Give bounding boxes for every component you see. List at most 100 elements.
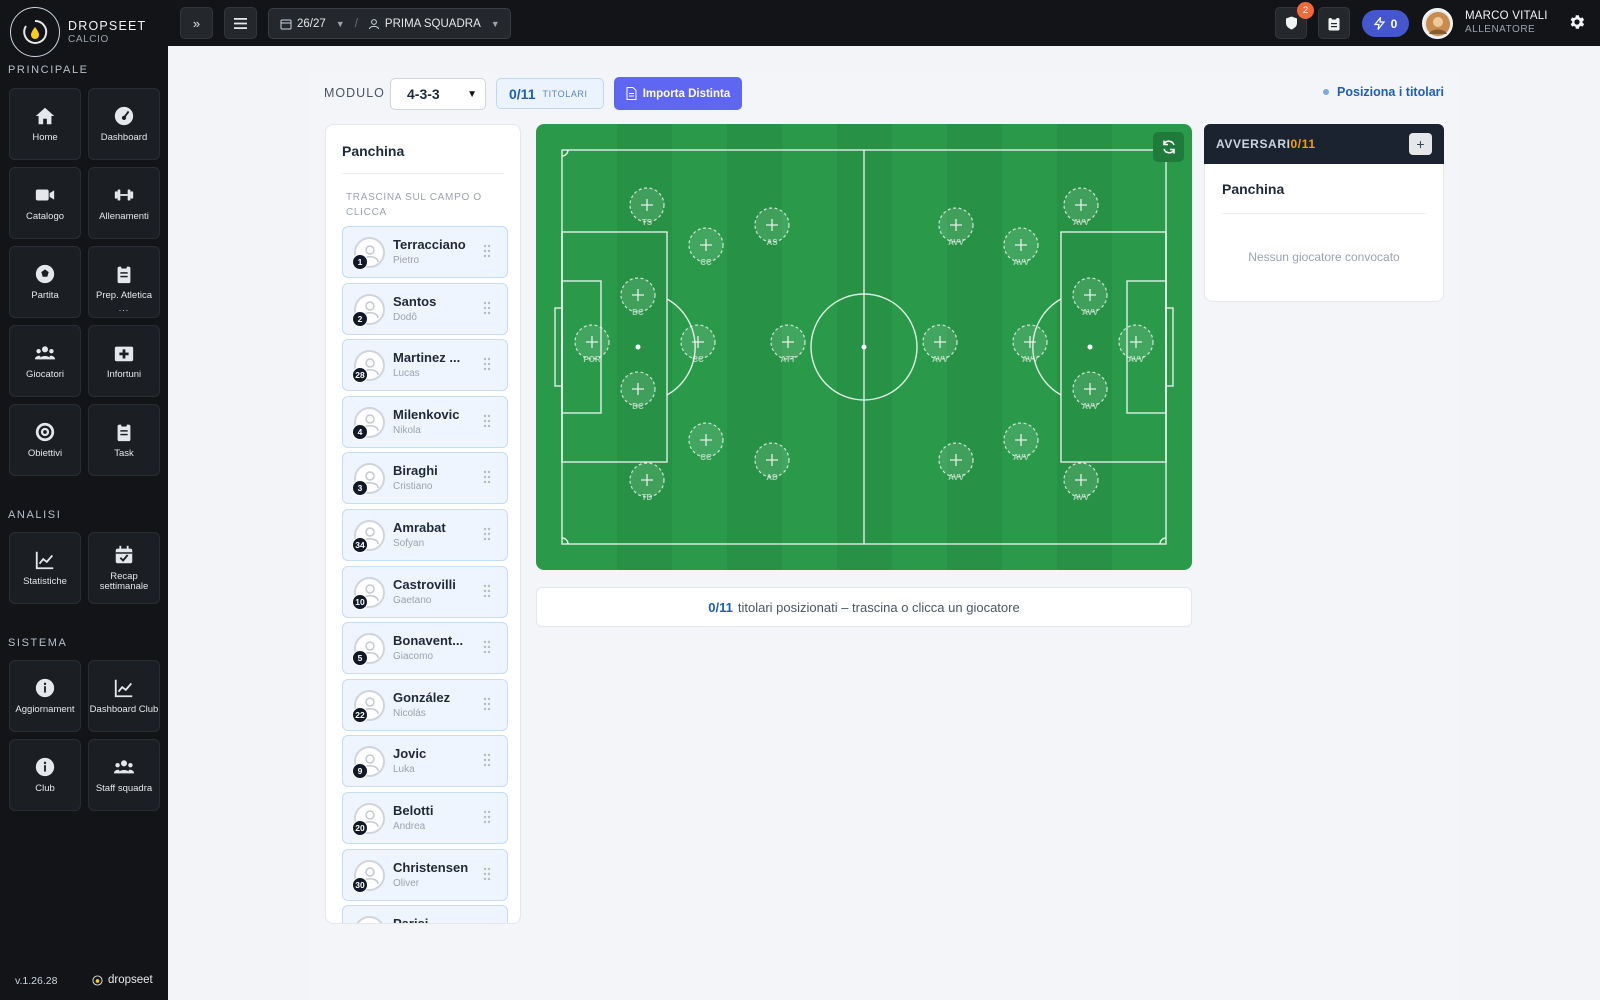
bench-player-card[interactable]: 22 González Nicolás <box>342 678 508 731</box>
sidebar-item-dashboard-club[interactable]: Dashboard Club <box>88 660 160 732</box>
player-number-badge: 28 <box>352 367 368 384</box>
drag-handle-icon[interactable] <box>483 414 491 433</box>
breadcrumb: 26/27 ▼ / PRIMA SQUADRA ▼ <box>268 8 511 39</box>
sidebar-item-staff-squadra[interactable]: Staff squadra <box>88 739 160 811</box>
bench-player-card[interactable]: 20 Belotti Andrea <box>342 791 508 844</box>
player-number-badge: 30 <box>352 876 368 893</box>
bench-player-card[interactable]: 34 Amrabat Sofyan <box>342 508 508 561</box>
sidebar-item-partita[interactable]: Partita <box>9 246 81 318</box>
sidebar-item-obiettivi[interactable]: Obiettivi <box>9 404 81 476</box>
bench-player-card[interactable]: 30 Christensen Oliver <box>342 848 508 901</box>
player-firstname: Oliver <box>393 877 420 889</box>
bolt-counter-button[interactable]: 0 <box>1362 10 1409 37</box>
team-selector[interactable]: PRIMA SQUADRA ▼ <box>368 18 500 30</box>
settings-button[interactable] <box>1568 13 1586 36</box>
player-surname: Biraghi <box>393 463 438 479</box>
drag-handle-icon[interactable] <box>483 923 491 924</box>
reset-formation-button[interactable] <box>1153 132 1184 162</box>
notification-badge: 2 <box>1297 2 1314 19</box>
drag-handle-icon[interactable] <box>483 810 491 829</box>
sidebar-item-label: Prep. Atletica <box>96 290 152 302</box>
drag-handle-icon[interactable] <box>483 640 491 659</box>
app-version: v.1.26.28 <box>15 975 58 987</box>
user-role: ALLENATORE <box>1465 24 1536 35</box>
brand-small-icon <box>92 974 103 986</box>
bench-player-card[interactable]: 9 Jovic Luka <box>342 735 508 788</box>
avatar[interactable] <box>1422 8 1453 39</box>
brand[interactable]: DROPSEET CALCIO <box>10 7 146 57</box>
player-surname: Parisi <box>393 916 429 924</box>
user-name: MARCO VITALI <box>1465 10 1548 22</box>
slot-role-label: ATT <box>781 355 796 364</box>
player-number-badge: 1 <box>352 254 368 270</box>
footer-brand[interactable]: dropseet <box>92 974 153 986</box>
season-selector[interactable]: 26/27 ▼ <box>280 18 345 30</box>
sidebar-item-catalogo[interactable]: Catalogo <box>9 167 81 239</box>
sidebar-item-prep-atletica[interactable]: Prep. Atletica ... <box>88 246 160 318</box>
bench-player-card[interactable]: 10 Castrovilli Gaetano <box>342 565 508 618</box>
drag-handle-icon[interactable] <box>483 867 491 886</box>
player-surname: Martinez ... <box>393 350 461 366</box>
chevron-down-icon: ▼ <box>490 18 500 29</box>
brand-sub: CALCIO <box>68 34 109 45</box>
sidebar-item-statistiche[interactable]: Statistiche <box>9 532 81 604</box>
sidebar-item-label: Statistiche <box>23 576 67 588</box>
posiziona-titolari-link[interactable]: Posiziona i titolari <box>1323 85 1444 99</box>
bench-player-card[interactable]: 4 Milenkovic Nikola <box>342 395 508 448</box>
drag-handle-icon[interactable] <box>483 470 491 489</box>
pitch-field: POR DC DC TS TD CC CC CC AS AD ATT AVV AVV AVV AVV AVV A… <box>536 124 1192 570</box>
player-number-badge: 20 <box>352 819 368 836</box>
season-label: 26/27 <box>297 17 326 30</box>
add-opponent-button[interactable]: + <box>1409 133 1432 155</box>
drag-handle-icon[interactable] <box>483 357 491 376</box>
opponents-header: AVVERSARI0/11 + <box>1204 124 1444 164</box>
sidebar-item-infortuni[interactable]: Infortuni <box>88 325 160 397</box>
drag-handle-icon[interactable] <box>483 527 491 546</box>
sidebar: DROPSEET CALCIO PRINCIPALE Home Dashboar… <box>0 0 168 1000</box>
placement-status: 0/11 titolari posizionati – trascina o c… <box>536 587 1192 627</box>
modulo-label: MODULO <box>324 86 385 100</box>
expand-sidebar-button[interactable]: » <box>180 7 213 39</box>
slot-role-label: AD <box>766 473 778 482</box>
sidebar-item-aggiornamenti[interactable]: Aggiornament <box>9 660 81 732</box>
sidebar-item-giocatori[interactable]: Giocatori <box>9 325 81 397</box>
modulo-select[interactable]: 4-3-3 ▼ <box>390 78 486 110</box>
more-dots: ... <box>118 303 130 313</box>
pitch[interactable]: POR DC DC TS TD CC CC CC AS AD ATT AVV AVV AVV AVV AVV A… <box>536 124 1192 570</box>
bench-player-card[interactable]: 3 Biraghi Cristiano <box>342 452 508 505</box>
opponents-bench: Panchina Nessun giocatore convocato <box>1204 164 1444 302</box>
drag-handle-icon[interactable] <box>483 753 491 772</box>
status-dot-icon <box>1323 89 1330 95</box>
sidebar-item-dashboard[interactable]: Dashboard <box>88 88 160 160</box>
bench-player-card[interactable]: 1 Terracciano Pietro <box>342 226 508 278</box>
drag-handle-icon[interactable] <box>483 584 491 603</box>
bolt-icon <box>1373 17 1385 30</box>
drag-handle-icon[interactable] <box>483 301 491 320</box>
bench-player-card[interactable]: 28 Martinez ... Lucas <box>342 339 508 392</box>
line-chart-icon <box>35 551 54 570</box>
tasks-button[interactable] <box>1318 7 1350 39</box>
sidebar-item-recap-settimanale[interactable]: Recap settimanale <box>88 532 160 604</box>
bench-hint: TRASCINA SUL CAMPO O CLICCA <box>346 192 482 218</box>
slot-role-label: AVV <box>1013 453 1030 462</box>
shield-icon <box>1285 16 1297 30</box>
sidebar-item-task[interactable]: Task <box>88 404 160 476</box>
placement-count: 0/11 <box>708 599 733 615</box>
bench-player-card[interactable]: Parisi <box>342 905 508 924</box>
sidebar-item-home[interactable]: Home <box>9 88 81 160</box>
sidebar-item-club[interactable]: Club <box>9 739 81 811</box>
video-camera-icon <box>35 189 55 201</box>
player-firstname: Andrea <box>393 820 426 832</box>
notifications-button[interactable]: 2 <box>1275 2 1314 39</box>
sidebar-item-allenamenti[interactable]: Allenamenti <box>88 167 160 239</box>
sidebar-item-label: Home <box>32 132 58 144</box>
drag-handle-icon[interactable] <box>483 697 491 716</box>
modulo-value: 4-3-3 <box>407 86 440 102</box>
drag-handle-icon[interactable] <box>483 244 491 263</box>
info-icon <box>35 678 55 698</box>
menu-button[interactable] <box>224 7 257 39</box>
import-distinta-button[interactable]: Importa Distinta <box>614 77 742 110</box>
slot-role-label: AVV <box>1082 402 1099 411</box>
bench-player-card[interactable]: 5 Bonavent... Giacomo <box>342 622 508 675</box>
bench-player-card[interactable]: 2 Santos Dodô <box>342 282 508 335</box>
